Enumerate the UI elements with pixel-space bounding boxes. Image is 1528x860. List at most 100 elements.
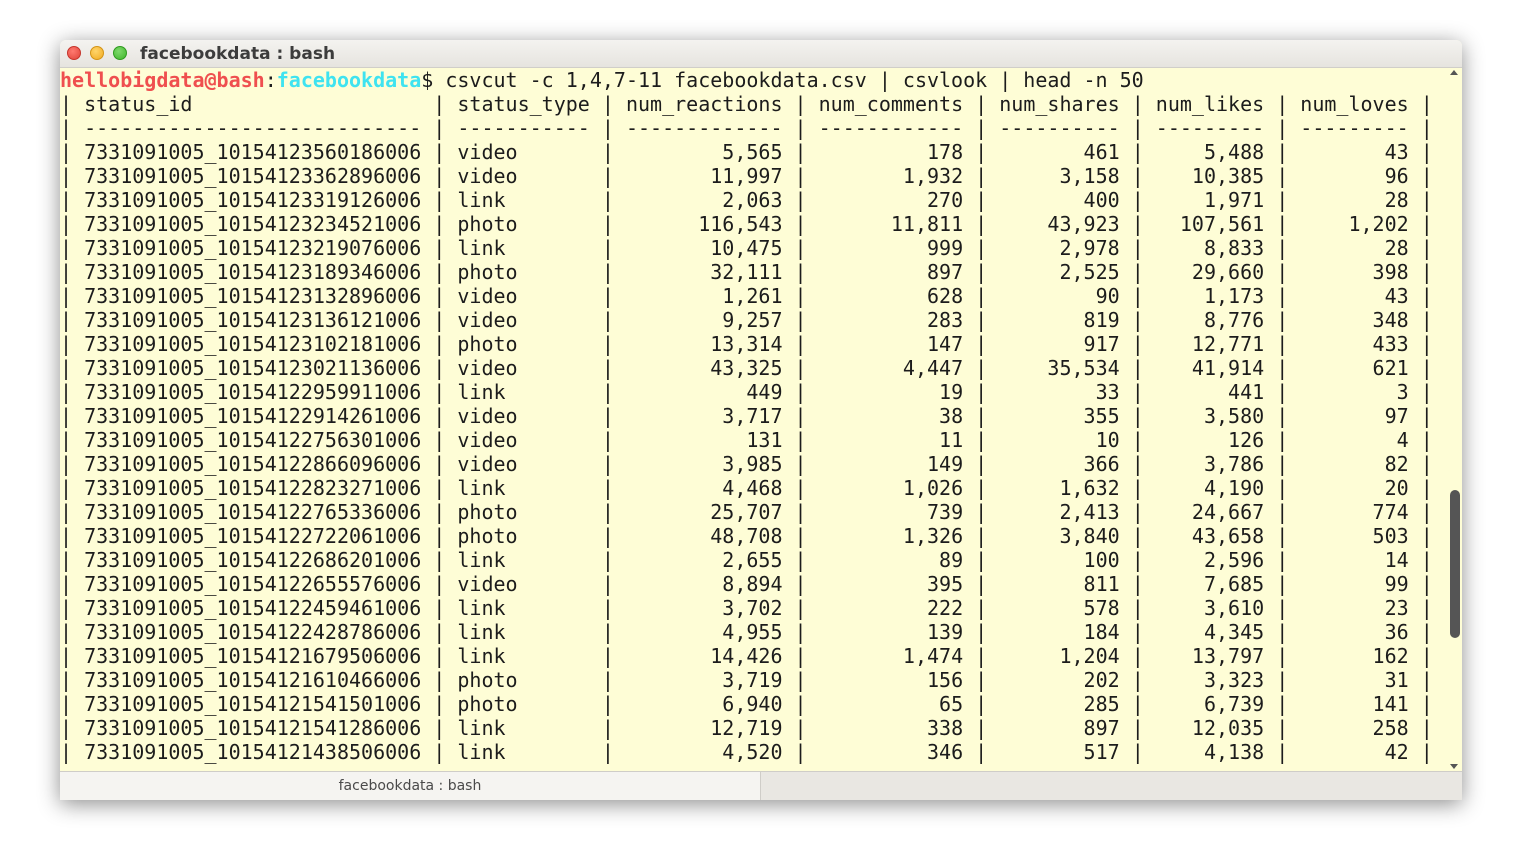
table-cell: 578 [999, 596, 1120, 620]
table-cell: 348 [1300, 308, 1409, 332]
table-cell: video [457, 356, 590, 380]
table-cell: 4,138 [1155, 740, 1265, 764]
table-cell: 461 [999, 140, 1120, 164]
table-cell: 24,667 [1155, 500, 1265, 524]
prompt-command: csvcut -c 1,4,7-11 facebookdata.csv | cs… [433, 68, 1144, 92]
table-row: | 7331091005_10154123560186006 | video |… [60, 140, 1433, 164]
table-cell: 5,488 [1155, 140, 1265, 164]
vertical-scrollbar[interactable] [1446, 68, 1462, 771]
table-cell: 7331091005_10154123102181006 [84, 332, 422, 356]
scroll-up-icon[interactable] [1450, 70, 1458, 75]
table-row: | 7331091005_10154123362896006 | video |… [60, 164, 1433, 188]
table-cell: 1,202 [1300, 212, 1409, 236]
table-cell: 7331091005_10154122914261006 [84, 404, 422, 428]
table-cell: 139 [818, 620, 964, 644]
table-cell: 7331091005_10154123362896006 [84, 164, 422, 188]
table-cell: 6,739 [1155, 692, 1265, 716]
table-cell: 42 [1300, 740, 1409, 764]
tab-bar: facebookdata : bash [60, 771, 1462, 800]
table-row: | 7331091005_10154122914261006 | video |… [60, 404, 1433, 428]
table-cell: 43,325 [625, 356, 783, 380]
scroll-down-icon[interactable] [1450, 764, 1458, 769]
table-cell: num_reactions [625, 92, 783, 116]
table-cell: video [457, 284, 590, 308]
table-cell: 19 [818, 380, 964, 404]
table-cell: 258 [1300, 716, 1409, 740]
terminal-window: facebookdata : bash hellobigdata@bash:fa… [60, 40, 1462, 800]
maximize-icon[interactable] [113, 46, 127, 60]
table-cell: link [457, 476, 590, 500]
table-cell: 147 [818, 332, 964, 356]
prompt-path: facebookdata [276, 68, 422, 92]
table-cell: 162 [1300, 644, 1409, 668]
table-cell: 4,955 [625, 620, 783, 644]
table-cell: 13,314 [625, 332, 783, 356]
table-cell: video [457, 572, 590, 596]
table-cell: 14,426 [625, 644, 783, 668]
table-row: | 7331091005_10154123219076006 | link | … [60, 236, 1433, 260]
table-row: | 7331091005_10154122686201006 | link | … [60, 548, 1433, 572]
table-cell: 65 [818, 692, 964, 716]
table-cell: photo [457, 524, 590, 548]
table-cell: 126 [1155, 428, 1265, 452]
table-cell: 149 [818, 452, 964, 476]
table-cell: 156 [818, 668, 964, 692]
table-cell: 517 [999, 740, 1120, 764]
table-cell: 97 [1300, 404, 1409, 428]
table-cell: link [457, 740, 590, 764]
table-row: | 7331091005_10154122655576006 | video |… [60, 572, 1433, 596]
table-cell: 449 [625, 380, 783, 404]
table-cell: 33 [999, 380, 1120, 404]
tab-facebookdata-bash[interactable]: facebookdata : bash [60, 772, 761, 800]
table-cell: photo [457, 692, 590, 716]
table-row: | 7331091005_10154122866096006 | video |… [60, 452, 1433, 476]
table-cell: 4,468 [625, 476, 783, 500]
table-cell: 774 [1300, 500, 1409, 524]
table-cell: 999 [818, 236, 964, 260]
table-cell: status_id [84, 92, 422, 116]
table-cell: link [457, 620, 590, 644]
table-cell: 1,474 [818, 644, 964, 668]
table-row: | 7331091005_10154121541501006 | photo |… [60, 692, 1433, 716]
table-row: | 7331091005_10154123132896006 | video |… [60, 284, 1433, 308]
table-cell: 31 [1300, 668, 1409, 692]
terminal-output[interactable]: hellobigdata@bash:facebookdata$ csvcut -… [60, 68, 1446, 771]
table-cell: 7,685 [1155, 572, 1265, 596]
table-cell: 48,708 [625, 524, 783, 548]
table-cell: 7331091005_10154122765336006 [84, 500, 422, 524]
table-cell: 43,658 [1155, 524, 1265, 548]
scrollbar-thumb[interactable] [1450, 490, 1460, 638]
table-cell: video [457, 404, 590, 428]
table-cell: ---------- [999, 116, 1120, 140]
table-cell: 202 [999, 668, 1120, 692]
table-cell: 7331091005_10154123136121006 [84, 308, 422, 332]
table-cell: 811 [999, 572, 1120, 596]
table-cell: 1,261 [625, 284, 783, 308]
table-cell: 7331091005_10154122959911006 [84, 380, 422, 404]
table-cell: 32,111 [625, 260, 783, 284]
table-cell: num_comments [818, 92, 964, 116]
table-cell: 43,923 [999, 212, 1120, 236]
table-cell: 897 [999, 716, 1120, 740]
table-cell: 3,323 [1155, 668, 1265, 692]
table-cell: 6,940 [625, 692, 783, 716]
title-bar[interactable]: facebookdata : bash [60, 40, 1462, 68]
table-cell: 503 [1300, 524, 1409, 548]
table-cell: 43 [1300, 140, 1409, 164]
table-cell: link [457, 236, 590, 260]
table-cell: 36 [1300, 620, 1409, 644]
close-icon[interactable] [67, 46, 81, 60]
table-cell: ------------- [625, 116, 783, 140]
table-cell: 9,257 [625, 308, 783, 332]
table-cell: 35,534 [999, 356, 1120, 380]
table-cell: link [457, 644, 590, 668]
table-cell: 4,345 [1155, 620, 1265, 644]
table-cell: 366 [999, 452, 1120, 476]
table-cell: 1,173 [1155, 284, 1265, 308]
table-cell: video [457, 308, 590, 332]
table-cell: 270 [818, 188, 964, 212]
minimize-icon[interactable] [90, 46, 104, 60]
table-cell: 1,326 [818, 524, 964, 548]
table-cell: 11,811 [818, 212, 964, 236]
prompt-line: hellobigdata@bash:facebookdata$ csvcut -… [60, 68, 1446, 92]
